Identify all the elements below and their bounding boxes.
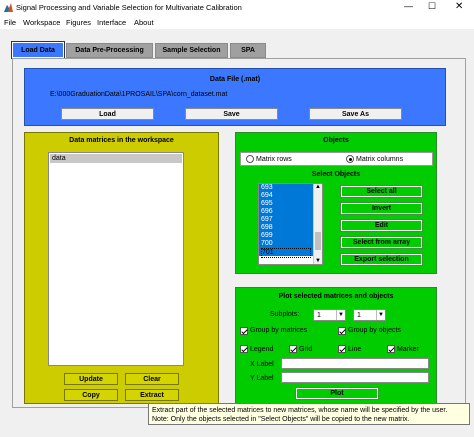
scroll-down-icon[interactable]: ▼ bbox=[315, 258, 321, 264]
line-label: Line bbox=[348, 346, 362, 353]
objects-title: Objects bbox=[323, 137, 349, 144]
matrix-orientation-group: Matrix rows Matrix columns bbox=[240, 152, 433, 166]
update-button[interactable]: Update bbox=[64, 373, 118, 385]
radio-matrix-columns[interactable] bbox=[346, 155, 354, 163]
data-file-title: Data File (.mat) bbox=[209, 76, 261, 83]
workspace-title: Data matrices in the workspace bbox=[69, 137, 174, 144]
select-all-button[interactable]: Select all bbox=[341, 186, 422, 197]
save-as-button[interactable]: Save As bbox=[309, 108, 402, 120]
edit-button[interactable]: Edit bbox=[341, 220, 422, 231]
line-checkbox[interactable] bbox=[338, 345, 346, 353]
chevron-down-icon: ▼ bbox=[336, 310, 345, 320]
tab-load-data[interactable]: Load Data bbox=[12, 42, 64, 58]
objects-list-item[interactable]: 701 bbox=[261, 248, 311, 258]
menu-file[interactable]: File bbox=[4, 18, 16, 27]
menu-interface[interactable]: Interface bbox=[97, 18, 126, 27]
x-label-input[interactable] bbox=[281, 358, 429, 369]
tooltip-line-1: Extract part of the selected matrices to… bbox=[152, 407, 448, 414]
menu-bar: File Workspace Figures Interface About bbox=[0, 16, 474, 28]
tooltip-line-2: Note: Only the objects selected in "Sele… bbox=[152, 416, 410, 423]
scroll-thumb[interactable] bbox=[315, 232, 321, 250]
objects-list-item[interactable]: 697 bbox=[261, 216, 273, 224]
select-from-array-button[interactable]: Select from array bbox=[341, 237, 422, 248]
marker-checkbox[interactable] bbox=[387, 345, 395, 353]
legend-checkbox[interactable] bbox=[240, 345, 248, 353]
load-button[interactable]: Load bbox=[61, 108, 154, 120]
x-label-caption: X Label bbox=[250, 361, 274, 368]
maximize-icon[interactable]: ☐ bbox=[428, 1, 436, 12]
legend-label: Legend bbox=[250, 346, 274, 353]
chevron-down-icon: ▼ bbox=[376, 310, 385, 320]
subplot-rows-value: 1 bbox=[317, 311, 321, 319]
objects-list-item[interactable]: 699 bbox=[261, 232, 273, 240]
workspace-list-item[interactable]: data bbox=[50, 154, 182, 163]
invert-button[interactable]: Invert bbox=[341, 203, 422, 214]
tab-spa[interactable]: SPA bbox=[230, 43, 266, 58]
group-by-objects-label: Group by objects bbox=[348, 327, 401, 334]
marker-label: Marker bbox=[397, 346, 419, 353]
group-by-matrices-label: Group by matrices bbox=[250, 327, 308, 334]
window-title: Signal Processing and Variable Selection… bbox=[16, 3, 242, 12]
group-by-objects-checkbox[interactable] bbox=[338, 327, 346, 335]
menu-about[interactable]: About bbox=[134, 18, 154, 27]
subplot-cols-select[interactable]: 1 ▼ bbox=[353, 309, 386, 321]
close-icon[interactable]: ✕ bbox=[455, 1, 463, 12]
menu-figures[interactable]: Figures bbox=[66, 18, 91, 27]
app-icon bbox=[4, 3, 13, 12]
plot-button[interactable]: Plot bbox=[296, 388, 378, 399]
data-file-path: E:\000GraduationData\1PROSAIL\SPA\corn_d… bbox=[50, 91, 228, 98]
y-label-input[interactable] bbox=[281, 372, 429, 383]
tab-sample-selection[interactable]: Sample Selection bbox=[155, 43, 228, 58]
y-label-caption: Y Label bbox=[250, 375, 274, 382]
objects-list-item[interactable]: 693 bbox=[261, 184, 273, 192]
subplot-cols-value: 1 bbox=[357, 311, 361, 319]
objects-list-item[interactable]: 695 bbox=[261, 200, 273, 208]
select-objects-title: Select Objects bbox=[311, 171, 361, 178]
extract-button[interactable]: Extract bbox=[125, 389, 179, 401]
radio-matrix-columns-label: Matrix columns bbox=[356, 156, 404, 163]
scroll-up-icon[interactable]: ▲ bbox=[315, 184, 321, 190]
objects-list-item[interactable]: 700 bbox=[261, 240, 273, 248]
objects-list-item[interactable]: 694 bbox=[261, 192, 273, 200]
subplot-rows-select[interactable]: 1 ▼ bbox=[313, 309, 346, 321]
export-selection-button[interactable]: Export selection bbox=[341, 254, 422, 265]
plot-title: Plot selected matrices and objects bbox=[278, 293, 394, 300]
grid-checkbox[interactable] bbox=[289, 345, 297, 353]
workspace-listbox[interactable]: data bbox=[48, 152, 184, 366]
subplots-label: Subplots: bbox=[270, 311, 300, 318]
extract-tooltip: Extract part of the selected matrices to… bbox=[148, 403, 470, 425]
objects-scrollbar[interactable]: ▲ ▼ bbox=[313, 184, 322, 264]
minimize-icon[interactable]: — bbox=[404, 1, 413, 11]
objects-list-item[interactable]: 698 bbox=[261, 224, 273, 232]
tab-data-pre-processing[interactable]: Data Pre-Processing bbox=[66, 43, 153, 58]
grid-label: Grid bbox=[299, 346, 313, 353]
radio-matrix-rows[interactable] bbox=[246, 155, 254, 163]
radio-matrix-rows-label: Matrix rows bbox=[256, 156, 292, 163]
menu-workspace[interactable]: Workspace bbox=[23, 18, 60, 27]
clear-button[interactable]: Clear bbox=[125, 373, 179, 385]
title-bar: Signal Processing and Variable Selection… bbox=[0, 0, 474, 16]
group-by-matrices-checkbox[interactable] bbox=[240, 327, 248, 335]
copy-button[interactable]: Copy bbox=[64, 389, 118, 401]
objects-list-item[interactable]: 696 bbox=[261, 208, 273, 216]
objects-listbox[interactable]: 693 694 695 696 697 698 699 700 701 ▲ ▼ bbox=[258, 183, 323, 265]
save-button[interactable]: Save bbox=[185, 108, 278, 120]
